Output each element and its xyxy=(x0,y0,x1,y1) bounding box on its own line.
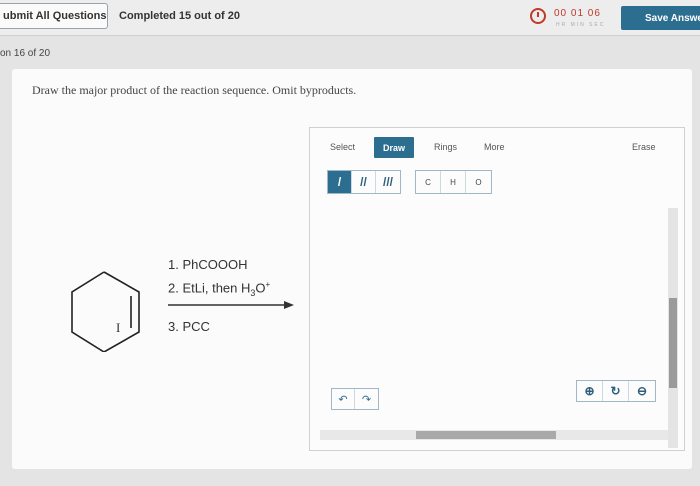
sketcher-tabs: Select Draw Rings More Erase xyxy=(310,128,684,162)
timer-units: HR MIN SEC xyxy=(556,22,606,28)
undo-icon[interactable]: ↶ xyxy=(332,389,355,409)
clock-icon xyxy=(530,8,546,24)
reactant-structure: I xyxy=(71,271,140,352)
erase-button[interactable]: Erase xyxy=(632,142,656,152)
zoom-in-icon[interactable]: ⊕ xyxy=(577,381,603,401)
double-bond-button[interactable]: // xyxy=(352,171,376,193)
redo-icon[interactable]: ↷ xyxy=(355,389,378,409)
timer-value: 00 01 06 xyxy=(554,8,601,19)
atom-o-button[interactable]: O xyxy=(466,171,491,193)
reaction-conditions: 1. PhCOOOH 2. EtLi, then H3O+ xyxy=(168,255,270,303)
question-card: Draw the major product of the reaction s… xyxy=(12,69,692,469)
horizontal-scroll-thumb[interactable] xyxy=(416,431,556,439)
atom-h-button[interactable]: H xyxy=(441,171,466,193)
zoom-out-icon[interactable]: ⊖ xyxy=(629,381,655,401)
atom-c-button[interactable]: C xyxy=(416,171,441,193)
tab-select[interactable]: Select xyxy=(330,142,355,152)
submit-all-button[interactable]: ubmit All Questions xyxy=(0,3,108,29)
reset-zoom-icon[interactable]: ↻ xyxy=(603,381,629,401)
question-prompt: Draw the major product of the reaction s… xyxy=(32,83,357,97)
tab-more[interactable]: More xyxy=(484,142,505,152)
history-tools: ↶ ↷ xyxy=(331,388,379,410)
iodine-label: I xyxy=(116,320,120,335)
reaction-arrow xyxy=(168,301,294,309)
zoom-tools: ⊕ ↻ ⊖ xyxy=(576,380,656,402)
tab-draw[interactable]: Draw xyxy=(374,137,414,158)
horizontal-scrollbar[interactable] xyxy=(320,430,668,440)
single-bond-button[interactable]: / xyxy=(328,171,352,193)
save-answer-button[interactable]: Save Answer xyxy=(621,6,700,30)
atom-tools: C H O xyxy=(415,170,492,194)
tab-rings[interactable]: Rings xyxy=(434,142,457,152)
question-number: on 16 of 20 xyxy=(0,48,51,59)
vertical-scrollbar[interactable] xyxy=(668,208,678,448)
completion-status: Completed 15 out of 20 xyxy=(119,10,241,22)
timer: 00 01 06 HR MIN SEC xyxy=(530,6,610,32)
bond-tools: / // /// xyxy=(327,170,401,194)
triple-bond-button[interactable]: /// xyxy=(376,171,400,193)
step-3: 3. PCC xyxy=(168,319,210,334)
structure-sketcher: Select Draw Rings More Erase / // /// C … xyxy=(309,127,685,451)
step-1: 1. PhCOOOH xyxy=(168,257,248,272)
vertical-scroll-thumb[interactable] xyxy=(669,298,677,388)
top-bar: ubmit All Questions Completed 15 out of … xyxy=(0,0,700,36)
